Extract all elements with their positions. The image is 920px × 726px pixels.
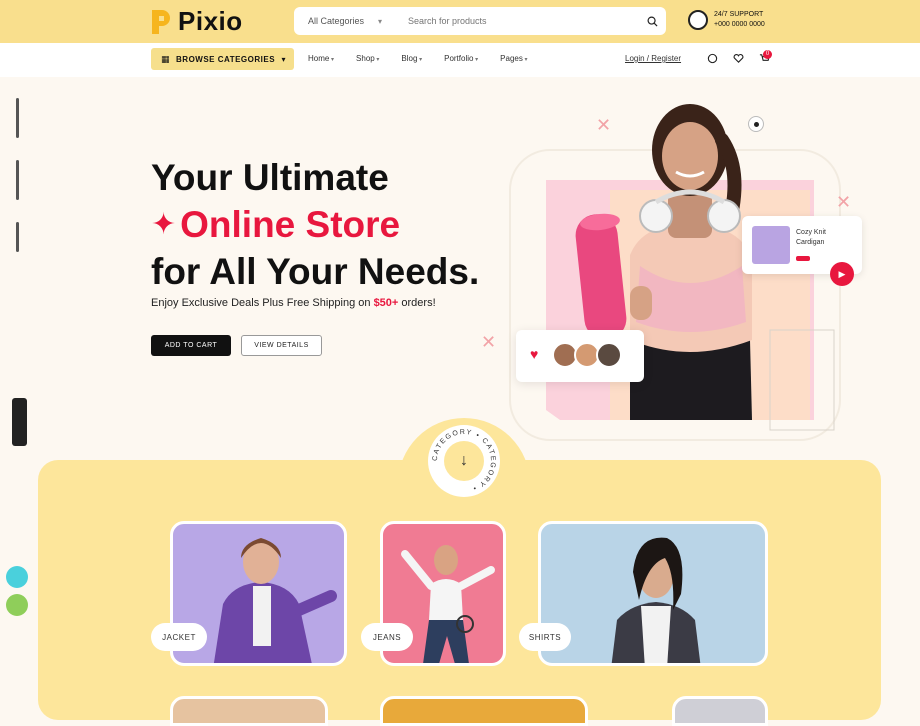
cart-count-badge: 0	[763, 50, 772, 59]
chevron-down-icon: ▾	[281, 54, 286, 64]
heart-icon: ♥	[530, 346, 539, 362]
customer-avatars-card: ♥	[516, 330, 644, 382]
category-label-shirts: SHIRTS	[519, 623, 571, 651]
hero-subtitle-text: Enjoy Exclusive Deals Plus Free Shipping…	[151, 297, 374, 309]
view-details-button[interactable]: VIEW DETAILS	[241, 335, 322, 356]
search-category-select[interactable]: All Categories	[294, 16, 378, 26]
decor-cross-icon: ✕	[481, 332, 497, 352]
nav-link-blog[interactable]: Blog	[401, 54, 422, 63]
nav-link-home[interactable]: Home	[308, 54, 334, 63]
decor-dot-icon	[748, 116, 764, 132]
price-tag	[796, 256, 810, 261]
search-input[interactable]	[406, 15, 638, 27]
hero-line-3: for All Your Needs.	[151, 251, 480, 292]
main-nav: Home Shop Blog Portfolio Pages	[308, 54, 528, 63]
login-register-link[interactable]: Login / Register	[625, 54, 681, 63]
avatar	[596, 342, 622, 368]
logo-icon	[152, 9, 170, 34]
hero-subtitle-highlight: $50+	[373, 297, 399, 309]
category-badge[interactable]: CATEGORY • CATEGORY • ↓	[428, 425, 500, 497]
hero-subtitle-end: orders!	[398, 297, 436, 309]
hero-line-2-wrap: ✦ Online Store	[151, 201, 479, 248]
side-rail-mark	[16, 222, 19, 252]
chat-fab[interactable]	[6, 566, 28, 588]
nav-icons: 0	[706, 50, 772, 64]
side-rail-mark	[16, 160, 19, 200]
category-label-jacket: JACKET	[151, 623, 207, 651]
logo-text: Pixio	[178, 6, 243, 36]
sparkle-icon: ✦	[151, 208, 177, 241]
hero-line-1: Your Ultimate	[151, 157, 389, 198]
product-promo-title: Cozy Knit Cardigan	[796, 228, 826, 248]
category-card-partial[interactable]	[672, 696, 768, 726]
decor-cross-icon: ✕	[836, 192, 852, 212]
hero-subtitle: Enjoy Exclusive Deals Plus Free Shipping…	[151, 297, 436, 309]
support-phone: +000 0000 0000	[714, 21, 765, 28]
play-icon[interactable]: ▶	[830, 262, 854, 286]
logo[interactable]: Pixio	[150, 6, 243, 37]
search-icon[interactable]	[638, 16, 666, 27]
arrow-down-icon: ↓	[444, 441, 484, 481]
cart-icon[interactable]: 0	[758, 50, 772, 64]
search-bar: All Categories ▾	[294, 7, 666, 35]
support-info: 24/7 SUPPORT +000 0000 0000	[688, 10, 765, 30]
product-promo-card[interactable]: Cozy Knit Cardigan ▶	[742, 216, 862, 286]
add-to-cart-button[interactable]: ADD TO CART	[151, 335, 231, 356]
category-label-jeans: JEANS	[361, 623, 413, 651]
user-icon[interactable]	[706, 52, 718, 64]
category-card-partial[interactable]	[380, 696, 588, 726]
top-bar: Pixio All Categories ▾ 24/7 SUPPORT +000…	[0, 0, 920, 43]
nav-link-shop[interactable]: Shop	[356, 54, 379, 63]
side-settings-tab[interactable]	[12, 398, 27, 446]
browse-categories-label: BROWSE CATEGORIES	[176, 54, 276, 64]
nav-bar: ▦ BROWSE CATEGORIES ▾ Home Shop Blog Por…	[0, 43, 920, 77]
nav-link-pages[interactable]: Pages	[500, 54, 527, 63]
heart-icon[interactable]	[732, 52, 744, 64]
product-promo-line-2: Cardigan	[796, 239, 825, 246]
chevron-down-icon: ▾	[378, 16, 383, 26]
category-card-partial[interactable]	[170, 696, 328, 726]
hero-title: Your Ultimate ✦ Online Store for All Your…	[151, 154, 479, 295]
side-rail-mark	[16, 98, 19, 138]
category-card-shirts[interactable]	[538, 521, 768, 666]
headset-icon	[688, 10, 708, 30]
product-promo-line-1: Cozy Knit	[796, 229, 826, 236]
whatsapp-fab[interactable]	[6, 594, 28, 616]
browse-categories-button[interactable]: ▦ BROWSE CATEGORIES ▾	[151, 48, 294, 70]
category-image-shirts	[611, 537, 701, 663]
hero-line-2: Online Store	[180, 204, 401, 245]
grid-icon: ▦	[161, 53, 171, 64]
product-thumbnail	[752, 226, 790, 264]
decor-cross-icon: ✕	[596, 115, 612, 135]
nav-link-portfolio[interactable]: Portfolio	[444, 54, 478, 63]
support-label: 24/7 SUPPORT	[714, 11, 764, 18]
